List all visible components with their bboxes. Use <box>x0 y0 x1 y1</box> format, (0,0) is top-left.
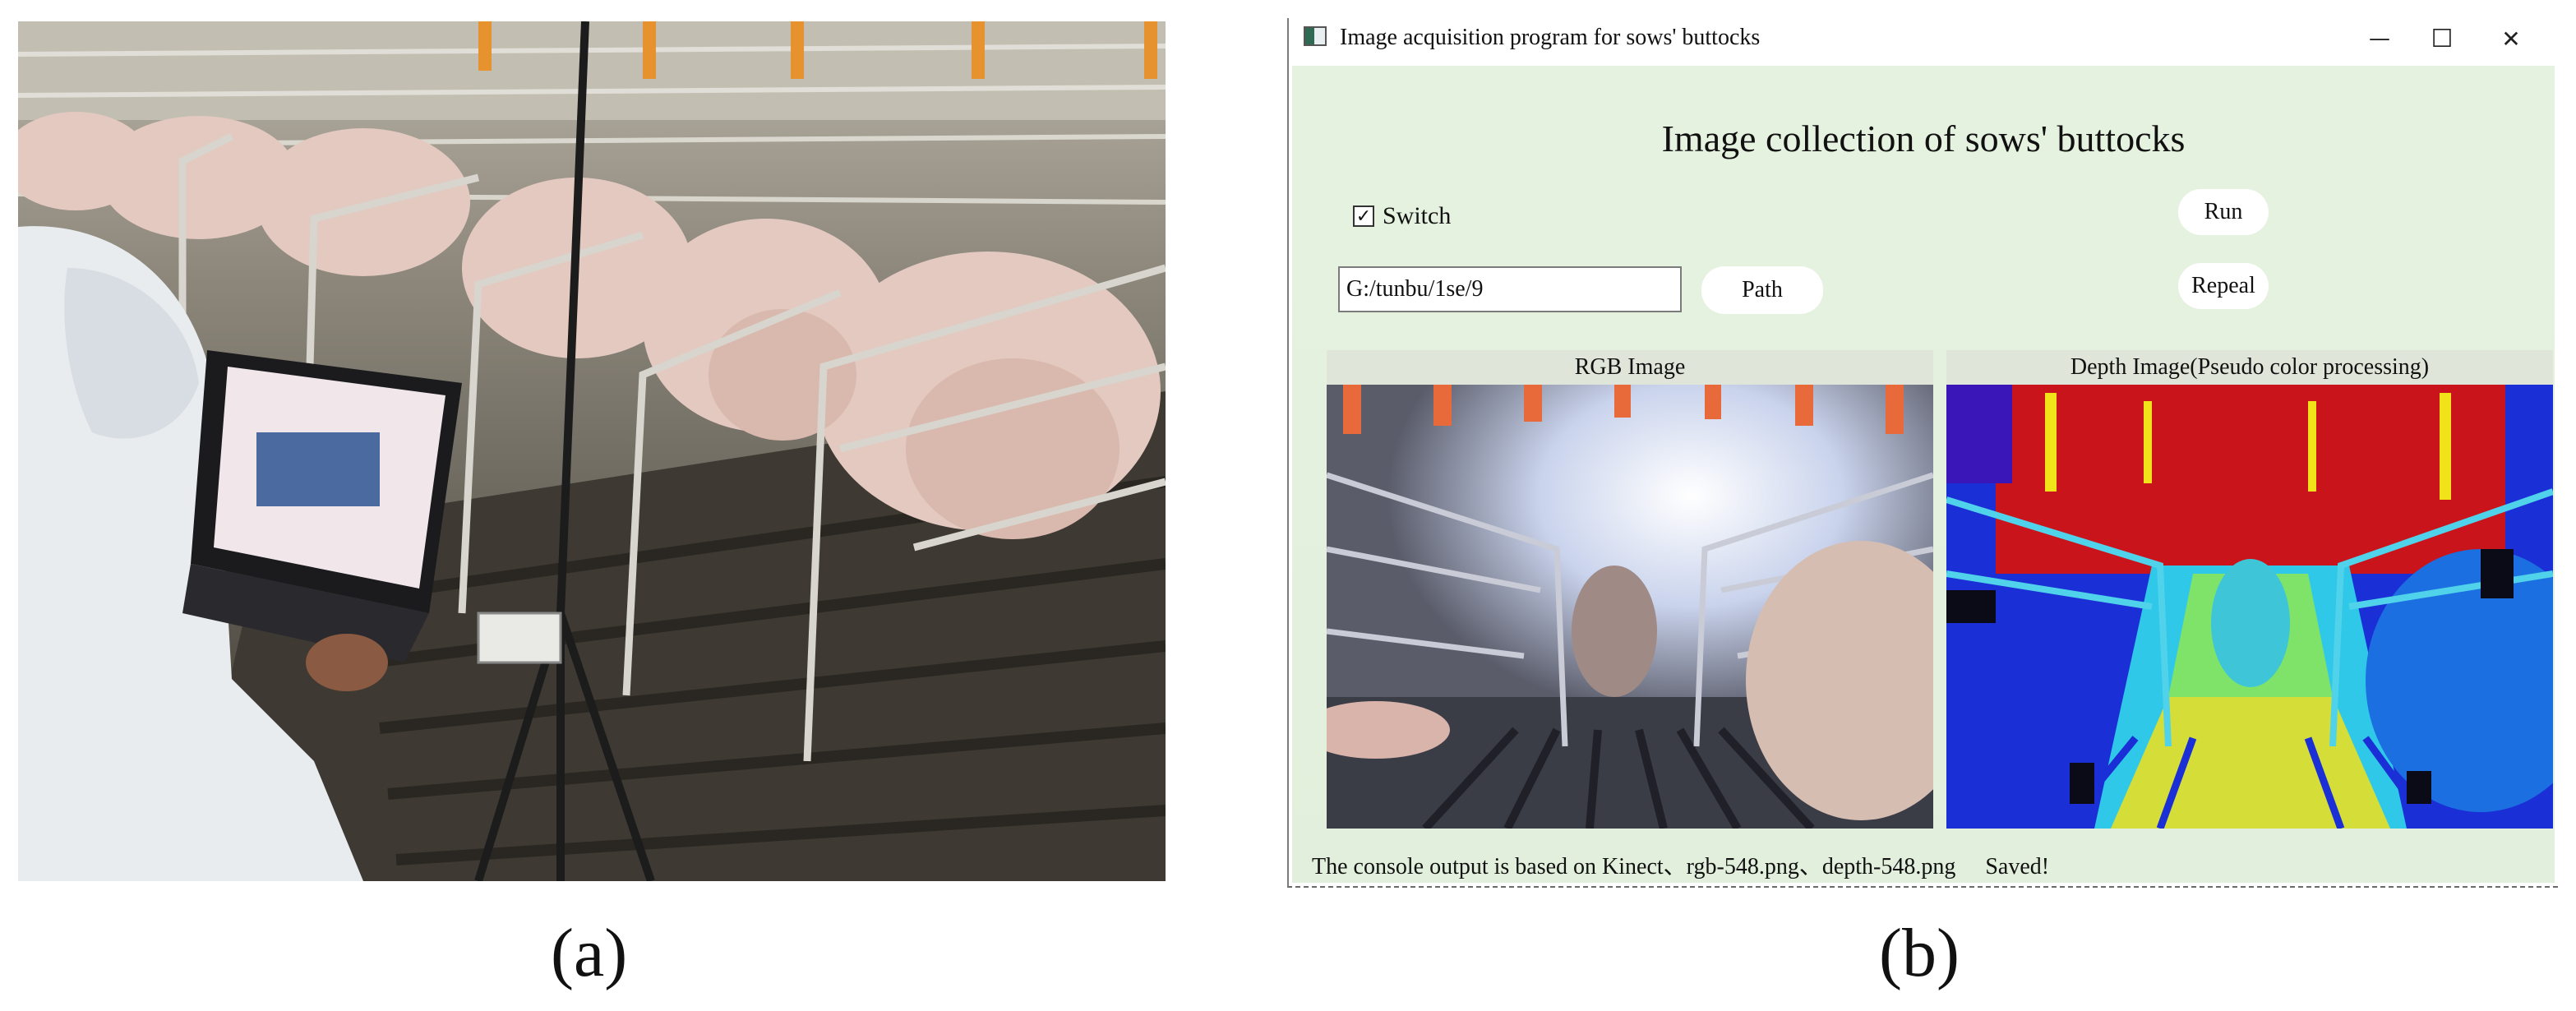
depth-image-caption: Depth Image(Pseudo color processing) <box>1946 350 2553 385</box>
rgb-image-caption: RGB Image <box>1327 350 1933 385</box>
window-title: Image acquisition program for sows' butt… <box>1340 25 1761 50</box>
app-icon <box>1304 26 1327 46</box>
switch-label: Switch <box>1383 202 1452 229</box>
panel-label-a: (a) <box>551 915 628 991</box>
checkbox-check-icon[interactable]: ✓ <box>1353 205 1374 227</box>
path-input[interactable] <box>1338 266 1682 312</box>
close-icon[interactable]: ✕ <box>2482 18 2540 59</box>
saved-message: Saved! <box>1985 854 2050 879</box>
maximize-icon[interactable]: ☐ <box>2413 18 2471 59</box>
switch-checkbox[interactable]: ✓ Switch <box>1353 202 1451 230</box>
farm-photo <box>18 21 1166 881</box>
client-area: Image collection of sows' buttocks ✓ Swi… <box>1292 66 2555 883</box>
panel-label-b: (b) <box>1879 915 1960 991</box>
page-heading: Image collection of sows' buttocks <box>1661 118 2186 159</box>
path-button[interactable]: Path <box>1701 266 1823 314</box>
title-bar: Image acquisition program for sows' butt… <box>1289 18 2558 66</box>
depth-image <box>1946 385 2553 829</box>
rgb-image-panel: RGB Image <box>1327 350 1933 829</box>
status-text: The console output is based on Kinect、rg… <box>1312 854 1956 879</box>
rgb-image <box>1327 385 1933 829</box>
repeal-button[interactable]: Repeal <box>2178 263 2269 309</box>
run-button[interactable]: Run <box>2178 189 2269 235</box>
farm-photo-drawing <box>18 21 1166 881</box>
minimize-icon[interactable]: — <box>2351 18 2408 59</box>
app-window: Image acquisition program for sows' butt… <box>1287 18 2558 888</box>
status-bar: The console output is based on Kinect、rg… <box>1312 848 2049 881</box>
rgb-image-drawing <box>1327 385 1933 829</box>
depth-image-drawing <box>1946 385 2553 829</box>
depth-image-panel: Depth Image(Pseudo color processing) <box>1946 350 2553 829</box>
